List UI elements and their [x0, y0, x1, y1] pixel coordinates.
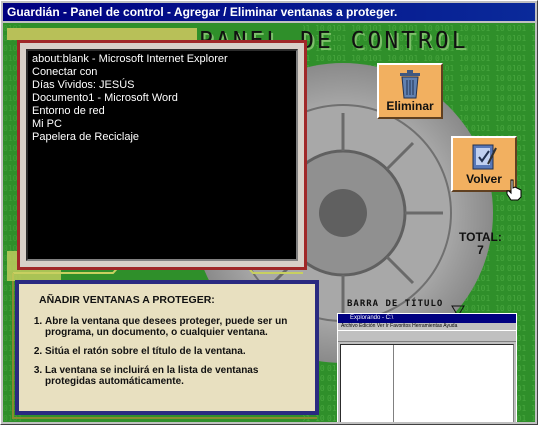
total-count: TOTAL: 7 [459, 231, 502, 257]
preview-title: Explorando - C:\ [338, 314, 516, 323]
document-check-icon [472, 144, 497, 170]
window-title-bar[interactable]: Guardián - Panel de control - Agregar / … [3, 3, 535, 21]
instructions-steps: Abre la ventana que desees proteger, pue… [29, 316, 305, 387]
app-window: Guardián - Panel de control - Agregar / … [0, 0, 538, 425]
instruction-step: Abre la ventana que desees proteger, pue… [45, 316, 305, 338]
instruction-step: Sitúa el ratón sobre el título de la ven… [45, 346, 305, 357]
eliminar-label: Eliminar [386, 99, 434, 113]
instructions-title: AÑADIR VENTANAS A PROTEGER: [39, 294, 215, 306]
list-item[interactable]: Conectar con [32, 66, 292, 79]
eliminar-button[interactable]: Eliminar [377, 63, 443, 119]
list-item[interactable]: Entorno de red [32, 105, 292, 118]
trash-can-icon [400, 70, 420, 99]
protected-windows-list[interactable]: about:blank - Microsoft Internet Explore… [26, 49, 298, 261]
total-value: 7 [477, 243, 484, 257]
window-title: Guardián - Panel de control - Agregar / … [7, 5, 398, 19]
window-list-frame: about:blank - Microsoft Internet Explore… [17, 40, 307, 270]
preview-body [340, 344, 514, 422]
instructions-panel: AÑADIR VENTANAS A PROTEGER: Abre la vent… [15, 280, 319, 415]
preview-toolbar [338, 330, 516, 342]
preview-tree [341, 345, 394, 422]
list-item[interactable]: Documento1 - Microsoft Word [32, 92, 292, 105]
hand-cursor-icon [506, 179, 522, 201]
list-item[interactable]: Mi PC [32, 118, 292, 131]
example-window-preview: Explorando - C:\ Archivo Edición Ver Ir … [337, 313, 517, 422]
list-item[interactable]: Papelera de Reciclaje [32, 131, 292, 144]
control-panel: 0101 10 [3, 23, 535, 422]
preview-menu: Archivo Edición Ver Ir Favoritos Herrami… [341, 323, 458, 329]
list-item[interactable]: Días Vividos: JESÚS [32, 79, 292, 92]
title-bar-label: BARRA DE TÍTULO [347, 299, 444, 309]
instruction-step: La ventana se incluirá en la lista de ve… [45, 365, 305, 387]
list-item[interactable]: about:blank - Microsoft Internet Explore… [32, 53, 292, 66]
